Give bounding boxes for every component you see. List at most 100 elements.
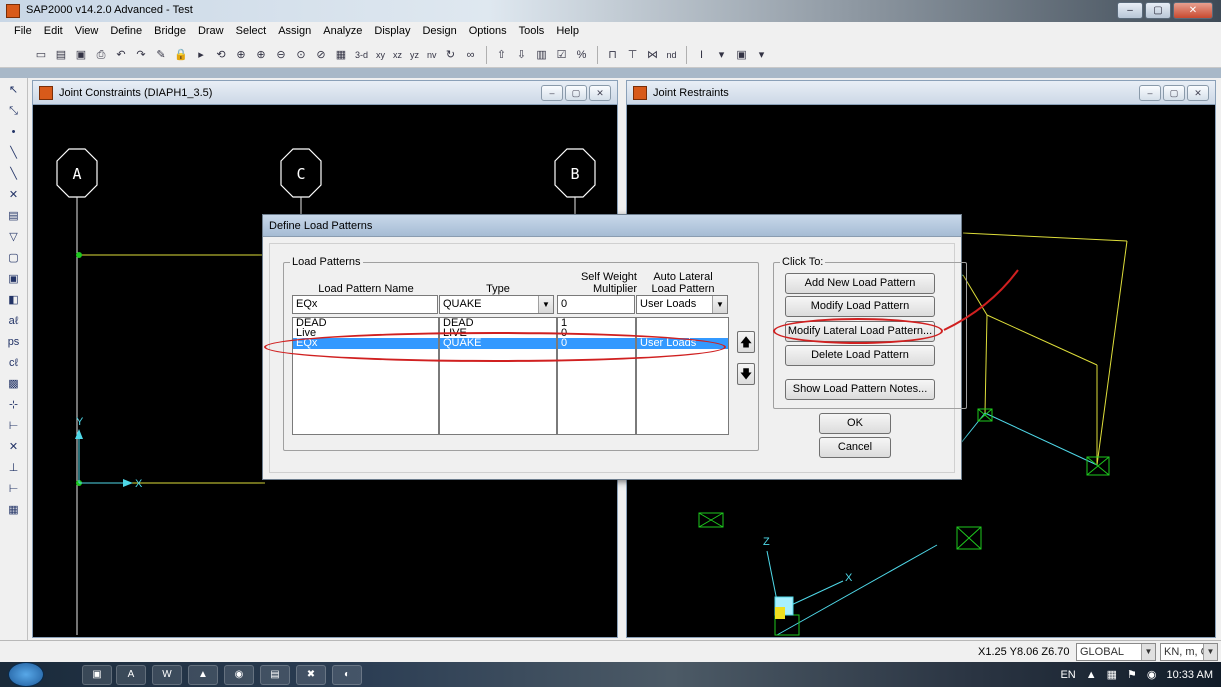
ok-button[interactable]: OK [819, 413, 891, 434]
modify-load-pattern-button[interactable]: Modify Load Pattern [785, 296, 935, 317]
taskbar-sap2000-icon[interactable]: ✖ [296, 665, 326, 685]
coord-system-select[interactable]: GLOBAL ▼ [1076, 643, 1156, 661]
menu-bridge[interactable]: Bridge [148, 22, 192, 42]
minimize-button[interactable]: – [541, 85, 563, 101]
menu-tools[interactable]: Tools [513, 22, 551, 42]
restore-view-icon[interactable]: ⊘ [312, 46, 330, 64]
redo-icon[interactable]: ↷ [132, 46, 150, 64]
add-new-load-pattern-button[interactable]: Add New Load Pattern [785, 273, 935, 294]
pointer-icon[interactable]: ↖ [4, 80, 24, 100]
draw-area-icon[interactable]: ▤ [4, 206, 24, 226]
refresh-icon[interactable]: ✎ [152, 46, 170, 64]
pan-icon[interactable]: ⊙ [292, 46, 310, 64]
draw-brace-icon[interactable]: ✕ [4, 185, 24, 205]
tray-chevron-icon[interactable]: ▲ [1086, 669, 1097, 681]
chevron-down-icon[interactable]: ▼ [1141, 644, 1155, 660]
start-button[interactable] [8, 662, 44, 687]
display-table-icon[interactable]: ▣ [733, 46, 751, 64]
draw-rect-area-icon[interactable]: ▢ [4, 248, 24, 268]
self-weight-multiplier-input[interactable]: 0 [557, 295, 635, 314]
menu-select[interactable]: Select [230, 22, 273, 42]
taskbar-word-icon[interactable]: W [152, 665, 182, 685]
flag-icon[interactable]: ⚑ [1127, 668, 1137, 681]
zoom-out-icon[interactable]: ⊖ [272, 46, 290, 64]
show-load-pattern-notes-button[interactable]: Show Load Pattern Notes... [785, 379, 935, 400]
menu-file[interactable]: File [8, 22, 38, 42]
move-down-icon[interactable]: ⇩ [513, 46, 531, 64]
chevron-down-icon[interactable]: ▼ [712, 296, 727, 313]
save-icon[interactable]: ▣ [72, 46, 90, 64]
menu-define[interactable]: Define [104, 22, 148, 42]
maximize-button[interactable]: ▢ [1163, 85, 1185, 101]
previous-selection-icon[interactable]: ps [4, 332, 24, 352]
units-select[interactable]: KN, m, C ▼ [1160, 643, 1218, 661]
list-item[interactable]: 1 [558, 318, 635, 329]
select-all-icon[interactable]: aℓ [4, 311, 24, 331]
draw-frame-icon[interactable]: ╲ [4, 143, 24, 163]
display-options-icon[interactable]: ☑ [553, 46, 571, 64]
move-up-icon[interactable]: ⇧ [493, 46, 511, 64]
run-icon[interactable]: ▸ [192, 46, 210, 64]
frame-icon[interactable]: ⊓ [604, 46, 622, 64]
chevron-down-icon[interactable]: ▾ [713, 46, 731, 64]
menu-assign[interactable]: Assign [272, 22, 317, 42]
taskbar-pdf-icon[interactable]: A [116, 665, 146, 685]
clock[interactable]: 10:33 AM [1167, 669, 1213, 681]
taskbar-photos-icon[interactable]: ▲ [188, 665, 218, 685]
chevron-down-icon[interactable]: ▾ [753, 46, 771, 64]
minimize-button[interactable]: – [1139, 85, 1161, 101]
frame-section-icon[interactable]: ⊤ [624, 46, 642, 64]
section-i-icon[interactable]: I [693, 46, 711, 64]
quick-area-icon[interactable]: ▣ [4, 269, 24, 289]
menu-options[interactable]: Options [463, 22, 513, 42]
print-icon[interactable]: ⎙ [92, 46, 110, 64]
menu-analyze[interactable]: Analyze [317, 22, 368, 42]
snap-intersect-icon[interactable]: ✕ [4, 437, 24, 457]
view-nv-button[interactable]: nv [424, 46, 440, 64]
taskbar-show-desktop-icon[interactable]: ▣ [82, 665, 112, 685]
clear-selection-icon[interactable]: cℓ [4, 353, 24, 373]
percent-icon[interactable]: % [573, 46, 591, 64]
chevron-down-icon[interactable]: ▼ [1203, 644, 1217, 660]
network-icon[interactable]: ▦ [1107, 668, 1117, 681]
list-item[interactable] [637, 318, 728, 328]
view-xz-button[interactable]: xz [390, 46, 405, 64]
truss-icon[interactable]: ⋈ [644, 46, 662, 64]
view-3d-button[interactable]: 3-d [352, 46, 371, 64]
snap-grid-icon[interactable]: ▦ [4, 500, 24, 520]
new-model-icon[interactable]: ▭ [32, 46, 50, 64]
cancel-button[interactable]: Cancel [819, 437, 891, 458]
close-button[interactable]: ✕ [589, 85, 611, 101]
move-up-arrow-icon[interactable]: 🡅 [737, 331, 755, 353]
view-xy-button[interactable]: xy [373, 46, 388, 64]
power-icon[interactable]: ◉ [1147, 668, 1157, 681]
rotate-icon[interactable]: ↻ [442, 46, 460, 64]
joint[interactable] [76, 252, 82, 258]
draw-solid-icon[interactable]: ◧ [4, 290, 24, 310]
close-button[interactable]: ✕ [1187, 85, 1209, 101]
snap-line-icon[interactable]: ⊢ [4, 479, 24, 499]
close-button[interactable]: ✕ [1173, 2, 1213, 19]
perspective-icon[interactable]: ∞ [462, 46, 480, 64]
chevron-down-icon[interactable]: ▼ [538, 296, 553, 313]
open-icon[interactable]: ▤ [52, 46, 70, 64]
menu-draw[interactable]: Draw [192, 22, 230, 42]
draw-poly-area-icon[interactable]: ▽ [4, 227, 24, 247]
menu-design[interactable]: Design [416, 22, 462, 42]
draw-joint-icon[interactable]: • [4, 122, 24, 142]
menu-view[interactable]: View [69, 22, 105, 42]
maximize-button[interactable]: ▢ [1145, 2, 1171, 19]
zoom-in-icon[interactable]: ⊕ [252, 46, 270, 64]
auto-lateral-select[interactable]: User Loads ▼ [636, 295, 728, 314]
move-down-arrow-icon[interactable]: 🡇 [737, 363, 755, 385]
snap-joints-icon[interactable]: ⊹ [4, 395, 24, 415]
intersect-select-icon[interactable]: ▩ [4, 374, 24, 394]
taskbar-app-icon[interactable]: ◐ [332, 665, 362, 685]
quick-frame-icon[interactable]: ╲ [4, 164, 24, 184]
load-pattern-name-input[interactable]: EQx [292, 295, 438, 314]
load-type-select[interactable]: QUAKE ▼ [439, 295, 554, 314]
zoom-window-icon[interactable]: ⊕ [232, 46, 250, 64]
delete-load-pattern-button[interactable]: Delete Load Pattern [785, 345, 935, 366]
taskbar-explorer-icon[interactable]: ▤ [260, 665, 290, 685]
reshape-icon[interactable]: ⤡ [4, 101, 24, 121]
